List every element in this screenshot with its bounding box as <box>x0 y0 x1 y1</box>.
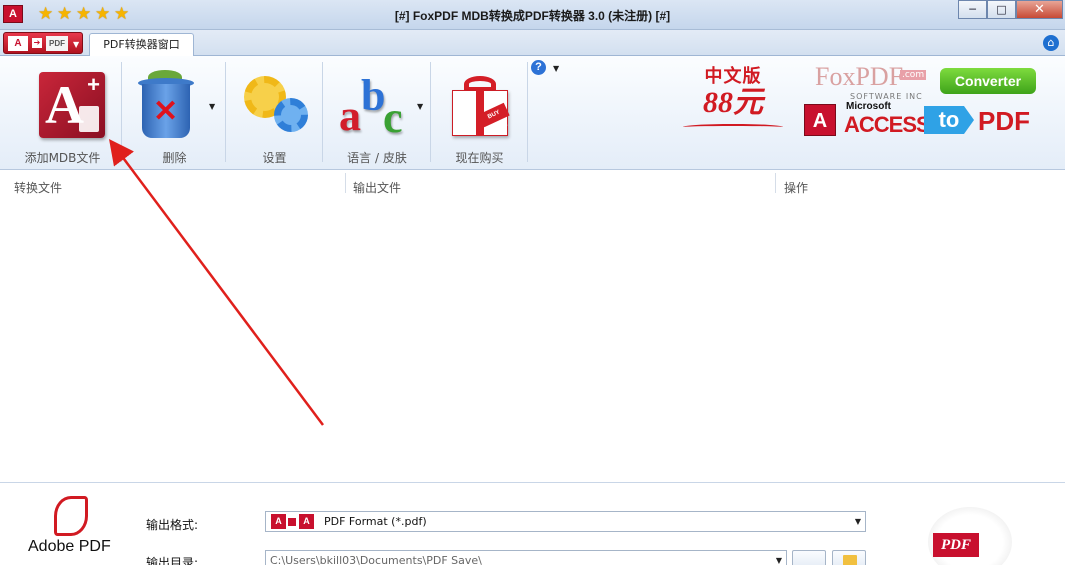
chevron-down-icon: ▼ <box>854 517 861 526</box>
foxpdf-wordmark: FoxPDF <box>815 62 904 91</box>
column-header-output[interactable]: 输出文件 <box>353 170 401 204</box>
chevron-down-icon[interactable]: ▼ <box>417 102 423 111</box>
folder-icon <box>843 555 857 565</box>
output-format-select[interactable]: A A PDF Format (*.pdf) ▼ <box>265 511 866 532</box>
output-dir-value: C:\Users\bkill03\Documents\PDF Save\ <box>270 554 482 565</box>
promo-banner[interactable]: 中文版 88元 <box>683 62 783 132</box>
column-header-source[interactable]: 转换文件 <box>14 170 62 204</box>
adobe-pdf-logo: Adobe PDF <box>20 496 120 565</box>
toolbar-separator <box>430 62 431 162</box>
toolbar-separator <box>225 62 226 162</box>
output-format-value: PDF Format (*.pdf) <box>324 515 427 528</box>
toolbar-separator <box>322 62 323 162</box>
star-icon: ★ <box>38 4 54 24</box>
brand-software: SOFTWARE INC <box>850 92 923 101</box>
star-icon: ★ <box>76 4 92 24</box>
file-list[interactable]: 转换文件 输出文件 操作 <box>0 170 1065 483</box>
tab-pdf-converter[interactable]: PDF转换器窗口 <box>89 33 194 57</box>
brand-access: ACCESS <box>844 112 931 137</box>
star-icon: ★ <box>114 4 130 24</box>
trash-icon: ✕ <box>138 70 194 140</box>
title-bar: A ★ ★ ★ ★ ★ [#] FoxPDF MDB转换成PDF转换器 3.0 … <box>0 0 1065 30</box>
help-icon[interactable]: ? <box>531 60 546 75</box>
app-window: A ★ ★ ★ ★ ★ [#] FoxPDF MDB转换成PDF转换器 3.0 … <box>0 0 1065 565</box>
brand-to-arrow: to <box>924 106 974 134</box>
browse-button[interactable] <box>792 550 826 565</box>
acrobat-icon: A <box>804 104 836 136</box>
toolbar-separator <box>527 62 528 162</box>
adobe-pdf-text: Adobe PDF <box>28 538 111 555</box>
delete-button[interactable]: ✕ ▼ 删除 <box>127 60 222 168</box>
output-settings-panel: Adobe PDF 输出格式: A A PDF Format (*.pdf) ▼… <box>0 484 1065 565</box>
toolbar-separator <box>121 62 122 162</box>
gift-icon: BUY NOW! <box>450 74 510 136</box>
column-divider[interactable] <box>345 173 346 193</box>
star-icon: ★ <box>95 4 111 24</box>
settings-button[interactable]: 设置 <box>228 60 321 168</box>
app-pdf-icon[interactable]: A <box>3 5 23 23</box>
buy-now-button[interactable]: BUY NOW! 现在购买 <box>432 60 527 168</box>
star-icon: ★ <box>57 4 73 24</box>
chevron-down-icon: ▼ <box>775 556 782 565</box>
output-dir-label: 输出目录: <box>146 556 199 565</box>
arrow-right-icon <box>288 518 296 526</box>
delete-label: 删除 <box>162 151 187 165</box>
brand-pdf: PDF <box>978 106 1030 136</box>
brand-logo: FoxPDF .com SOFTWARE INC Converter A Mic… <box>800 62 1060 142</box>
rating-stars: ★ ★ ★ ★ ★ <box>38 5 132 23</box>
home-icon[interactable]: ⌂ <box>1043 35 1059 51</box>
buy-now-label: 现在购买 <box>455 151 504 165</box>
column-divider[interactable] <box>775 173 776 193</box>
brand-com: .com <box>900 70 927 80</box>
arrow-right-icon: ➔ <box>32 38 42 48</box>
minimize-button[interactable]: ─ <box>958 0 987 19</box>
language-skin-label: 语言 / 皮肤 <box>347 151 407 165</box>
maximize-button[interactable]: □ <box>987 0 1016 19</box>
pdf-convert-icon: PDF <box>933 533 979 557</box>
window-controls: ─ □ ✕ <box>958 0 1063 19</box>
acrobat-icon: A <box>299 514 314 529</box>
abc-language-icon: abc <box>339 71 403 142</box>
add-mdb-label: 添加MDB文件 <box>24 151 101 165</box>
chevron-down-icon[interactable]: ▼ <box>209 102 215 111</box>
converter-badge: Converter <box>940 68 1036 94</box>
output-dir-combobox[interactable]: C:\Users\bkill03\Documents\PDF Save\ ▼ <box>265 550 787 565</box>
access-add-icon: A + <box>39 72 105 138</box>
language-skin-button[interactable]: abc ▼ 语言 / 皮肤 <box>325 60 429 168</box>
chevron-down-icon: ▼ <box>73 40 80 49</box>
convert-pdf-button[interactable]: PDF <box>928 507 1012 565</box>
output-format-label: 输出格式: <box>146 518 199 532</box>
close-button[interactable]: ✕ <box>1016 0 1063 19</box>
promo-price: 88元 <box>703 86 763 119</box>
promo-edition: 中文版 <box>704 66 762 87</box>
access-icon: A <box>8 36 28 51</box>
ribbon-toolbar: A + 添加MDB文件 ✕ ▼ 删除 设置 abc ▼ 语言 / 皮肤 BUY … <box>0 56 1065 170</box>
column-header-action[interactable]: 操作 <box>784 170 808 204</box>
settings-label: 设置 <box>262 151 287 165</box>
add-mdb-button[interactable]: A + 添加MDB文件 <box>10 60 115 168</box>
brand-microsoft: Microsoft <box>846 101 891 112</box>
gear-icon <box>244 74 308 134</box>
open-folder-button[interactable] <box>832 550 866 565</box>
chevron-down-icon[interactable]: ▼ <box>553 64 559 73</box>
tab-strip: A ➔ PDF ▼ PDF转换器窗口 ⌂ <box>0 30 1065 57</box>
access-icon: A <box>271 514 286 529</box>
window-title: [#] FoxPDF MDB转换成PDF转换器 3.0 (未注册) [#] <box>394 9 671 23</box>
pdf-doc-icon: PDF <box>46 36 68 51</box>
app-menu-button[interactable]: A ➔ PDF ▼ <box>3 32 83 54</box>
